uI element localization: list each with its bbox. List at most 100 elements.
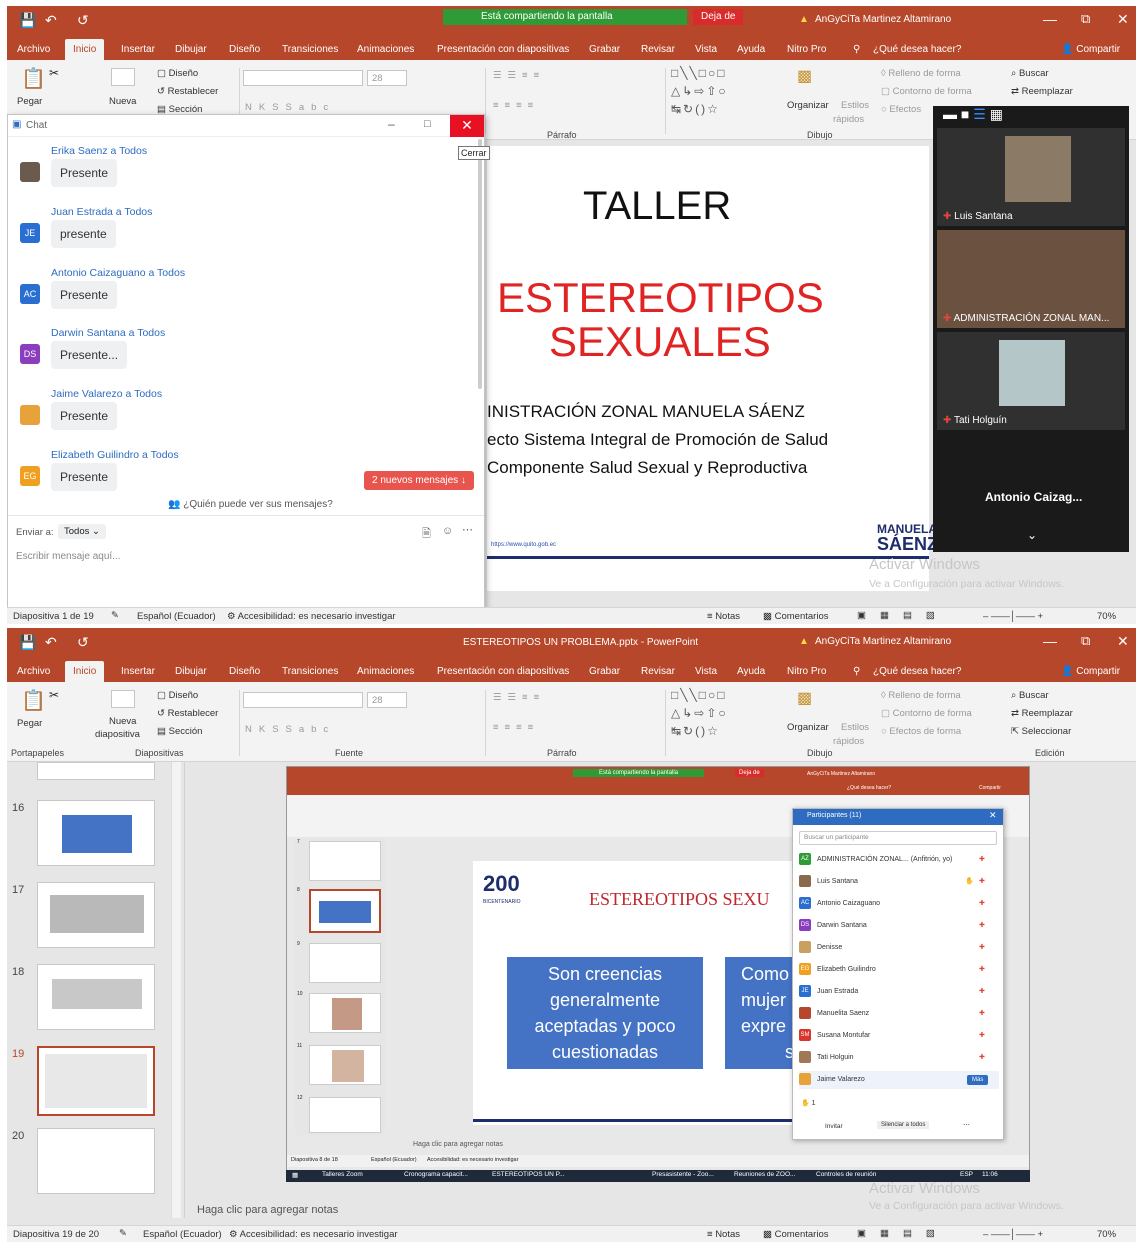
font-format-icons[interactable]: NKSSabc <box>245 102 335 113</box>
participant-row[interactable]: Luis Santana ✋ ✚ <box>799 873 999 891</box>
share-button[interactable]: 👤 Compartir <box>1061 44 1120 55</box>
video-tile-tati[interactable]: ✚ Tati Holguín <box>937 332 1125 430</box>
layout-button[interactable]: ▢ Diseño <box>157 690 198 701</box>
slide-thumb-19-selected[interactable] <box>37 1046 155 1116</box>
shape-fill-button[interactable]: ◊ Relleno de forma <box>881 68 961 79</box>
video-tile-admin[interactable]: ✚ ADMINISTRACIÓN ZONAL MAN... <box>937 230 1125 328</box>
tab-vista[interactable]: Vista <box>695 666 717 677</box>
muted-icon[interactable]: ✚ <box>979 939 985 957</box>
close-icon[interactable]: ✕ <box>989 810 997 821</box>
slide-canvas[interactable]: TALLER ESTEREOTIPOS SEXUALES INISTRACIÓN… <box>487 146 938 591</box>
slide-thumb-17[interactable] <box>37 882 155 948</box>
minimize-icon[interactable]: — <box>1043 11 1057 27</box>
undo-icon[interactable]: ↶ <box>45 12 57 29</box>
notes-placeholder[interactable]: Haga clic para agregar notas <box>197 1204 338 1216</box>
tab-dibujar[interactable]: Dibujar <box>175 44 207 55</box>
font-family-select[interactable] <box>243 692 363 708</box>
more-icon[interactable]: ⋯ <box>462 523 473 536</box>
emoji-icon[interactable]: ☺ <box>442 525 453 537</box>
tab-revisar[interactable]: Revisar <box>641 666 675 677</box>
zoom-level[interactable]: 70% <box>1097 1229 1116 1240</box>
paste-label[interactable]: Pegar <box>17 96 42 107</box>
restore-icon[interactable]: ⧉ <box>1081 633 1090 649</box>
align-icons[interactable]: ≡≡≡≡ <box>493 100 539 111</box>
tab-insertar[interactable]: Insertar <box>121 44 155 55</box>
taskbar-item[interactable]: Controles de reunión <box>816 1171 876 1178</box>
section-button[interactable]: ▤ Sección <box>157 726 202 737</box>
participant-row[interactable]: Jaime Valarezo Más <box>799 1071 999 1089</box>
taskbar-item[interactable]: Presasistente - Zoo... <box>652 1171 714 1178</box>
tab-animaciones[interactable]: Animaciones <box>357 666 414 677</box>
spellcheck-icon[interactable]: ✎ <box>111 610 119 621</box>
file-icon[interactable]: 🗎 <box>422 525 431 544</box>
arrange-label[interactable]: Organizar <box>787 722 829 733</box>
close-window-icon[interactable]: ✕ <box>1117 11 1129 28</box>
participant-row[interactable]: Denisse ✚ <box>799 939 999 957</box>
notes-button[interactable]: ≡ Notas <box>707 611 740 622</box>
taskbar-language[interactable]: ESP <box>960 1171 973 1178</box>
muted-icon[interactable]: ✚ <box>979 917 985 935</box>
tab-archivo[interactable]: Archivo <box>17 666 50 677</box>
more-options-icon[interactable]: ⋯ <box>963 1121 970 1129</box>
windows-start-icon[interactable]: ▦ <box>292 1171 298 1179</box>
tab-archivo[interactable]: Archivo <box>17 44 50 55</box>
tab-vista[interactable]: Vista <box>695 44 717 55</box>
arrange-label[interactable]: Organizar <box>787 100 829 111</box>
replace-button[interactable]: ⇄ Reemplazar <box>1011 86 1073 97</box>
tab-transiciones[interactable]: Transiciones <box>282 666 338 677</box>
shapes-gallery-2[interactable]: △↳⇨⇧○ <box>671 84 728 98</box>
save-icon[interactable]: 💾 <box>19 12 36 29</box>
font-size-select[interactable]: 28 <box>367 692 407 708</box>
zoom-slider[interactable]: – ——│—— + <box>983 611 1043 622</box>
participant-search-input[interactable]: Buscar un participante <box>799 831 997 845</box>
close-chat-button[interactable]: ✕ <box>450 115 484 137</box>
layout-button[interactable]: ▢ Diseño <box>157 68 198 79</box>
message-input[interactable]: Escribir mensaje aquí... <box>16 551 121 562</box>
slide-thumb-18[interactable] <box>37 964 155 1030</box>
taskbar-item[interactable]: Talleres Zoom <box>322 1171 363 1178</box>
muted-icon[interactable]: ✚ <box>979 873 985 891</box>
list-icons[interactable]: ☰☰≡≡ <box>493 692 545 703</box>
new-slide-icon[interactable] <box>111 68 135 86</box>
taskbar-item[interactable]: Cronograma capacit... <box>404 1171 468 1178</box>
participant-row[interactable]: EG Elizabeth Guilindro ✚ <box>799 961 999 979</box>
close-window-icon[interactable]: ✕ <box>1117 633 1129 650</box>
tab-presentacion[interactable]: Presentación con diapositivas <box>437 44 569 55</box>
participant-row[interactable]: SM Susana Montufar ✚ <box>799 1027 999 1045</box>
undo-icon[interactable]: ↶ <box>45 634 57 651</box>
participant-row[interactable]: Manuelita Saenz ✚ <box>799 1005 999 1023</box>
invite-button[interactable]: Invitar <box>825 1123 843 1130</box>
quick-label[interactable]: rápidos <box>833 114 864 125</box>
user-name[interactable]: AnGyCiTa Martinez Altamirano <box>815 14 951 25</box>
new-messages-button[interactable]: 2 nuevos mensajes ↓ <box>364 471 474 490</box>
video-tile-luis[interactable]: ✚ Luis Santana <box>937 128 1125 226</box>
shapes-gallery-3[interactable]: ↹↻()☆ <box>671 102 720 116</box>
select-button[interactable]: ⇱ Seleccionar <box>1011 726 1071 737</box>
cut-icon[interactable]: ✂ <box>49 688 59 702</box>
shape-outline-button[interactable]: ▢ Contorno de forma <box>881 708 972 719</box>
minimize-icon[interactable]: – <box>388 117 395 131</box>
muted-icon[interactable]: ✚ <box>979 851 985 869</box>
stop-share-button[interactable]: Deja de <box>693 9 744 25</box>
participant-row[interactable]: Tati Holguin ✚ <box>799 1049 999 1067</box>
restore-icon[interactable]: ⧉ <box>1081 11 1090 27</box>
tab-animaciones[interactable]: Animaciones <box>357 44 414 55</box>
shape-effects-button[interactable]: ○ Efectos de forma <box>881 726 961 737</box>
spellcheck-icon[interactable]: ✎ <box>119 1228 127 1239</box>
shape-outline-button[interactable]: ▢ Contorno de forma <box>881 86 972 97</box>
muted-icon[interactable]: ✚ <box>979 983 985 1001</box>
new-slide-label[interactable]: Nueva <box>109 716 136 727</box>
tab-dibujar[interactable]: Dibujar <box>175 666 207 677</box>
tab-nitro[interactable]: Nitro Pro <box>787 44 826 55</box>
redo-icon[interactable]: ↺ <box>77 634 89 651</box>
styles-label[interactable]: Estilos <box>841 100 869 111</box>
tab-grabar[interactable]: Grabar <box>589 666 620 677</box>
shapes-gallery[interactable]: □╲╲□○□ <box>671 688 726 702</box>
font-size-select[interactable]: 28 <box>367 70 407 86</box>
user-name[interactable]: AnGyCiTa Martinez Altamirano <box>815 636 951 647</box>
paste-icon[interactable]: 📋 <box>21 66 46 91</box>
replace-button[interactable]: ⇄ Reemplazar <box>1011 708 1073 719</box>
accessibility[interactable]: ⚙ Accesibilidad: es necesario investigar <box>229 1229 398 1240</box>
muted-icon[interactable]: ✚ <box>979 1049 985 1067</box>
participant-row[interactable]: DS Darwin Santana ✚ <box>799 917 999 935</box>
